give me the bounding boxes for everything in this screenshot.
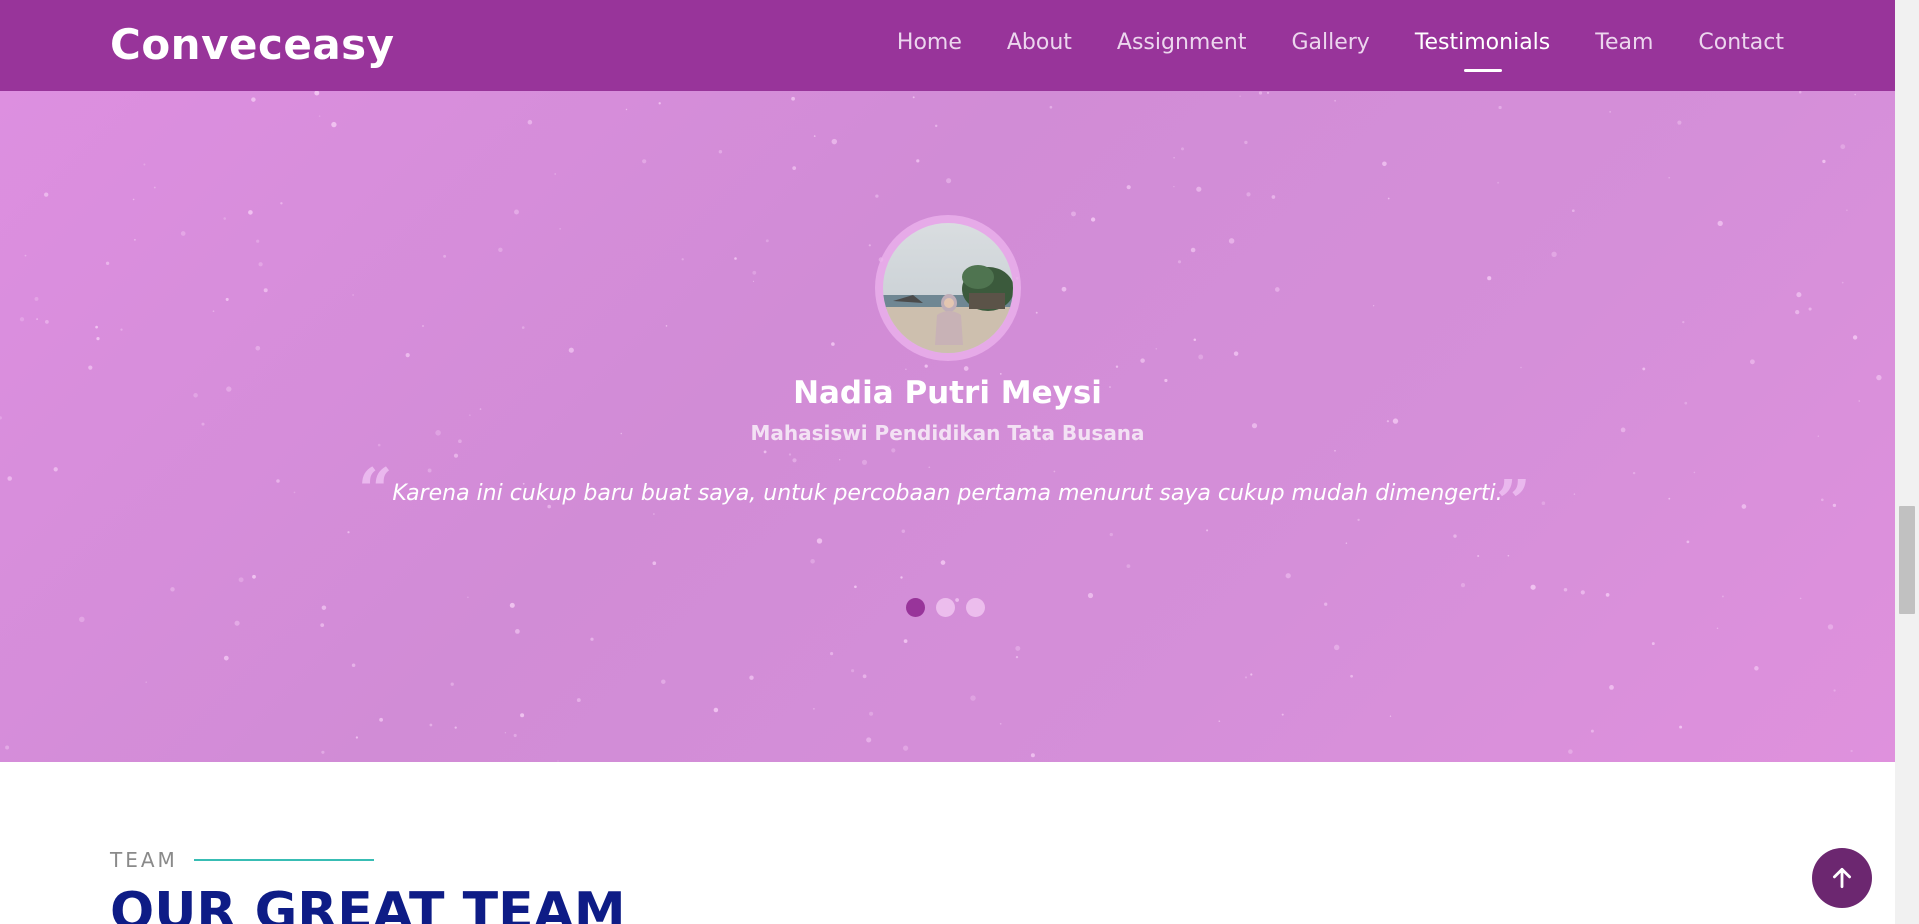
section-label-line [193, 859, 374, 861]
testimonials-section: Nadia Putri Meysi Mahasiswi Pendidikan T… [0, 91, 1895, 762]
carousel-dot-3[interactable] [966, 598, 985, 617]
site-header: Conveceasy Home About Assignment Gallery… [0, 0, 1895, 91]
carousel-pagination [906, 598, 985, 617]
nav-contact[interactable]: Contact [1698, 30, 1784, 55]
testimonial-avatar [883, 223, 1013, 353]
nav-assignment[interactable]: Assignment [1117, 30, 1247, 55]
quote-close-icon: ” [1496, 468, 1531, 538]
carousel-dot-2[interactable] [936, 598, 955, 617]
avatar-ring [875, 215, 1021, 361]
carousel-dot-1[interactable] [906, 598, 925, 617]
site-logo[interactable]: Conveceasy [110, 20, 395, 69]
team-section-label: TEAM [110, 848, 374, 872]
scrollbar-thumb[interactable] [1899, 506, 1915, 614]
nav-about[interactable]: About [1007, 30, 1072, 55]
back-to-top-button[interactable] [1812, 848, 1872, 908]
testimonial-name: Nadia Putri Meysi [793, 375, 1102, 411]
nav-team[interactable]: Team [1595, 30, 1653, 55]
page-scrollbar[interactable] [1895, 0, 1919, 924]
nav-home[interactable]: Home [897, 30, 962, 55]
testimonial-quote: Karena ini cukup baru buat saya, untuk p… [392, 481, 1503, 506]
nav-testimonials[interactable]: Testimonials [1415, 30, 1550, 72]
arrow-up-icon [1833, 867, 1851, 889]
team-section-title: OUR GREAT TEAM [110, 882, 626, 924]
main-nav: Home About Assignment Gallery Testimonia… [852, 30, 1784, 72]
section-label-text: TEAM [110, 848, 178, 872]
nav-gallery[interactable]: Gallery [1291, 30, 1369, 55]
testimonial-role: Mahasiswi Pendidikan Tata Busana [750, 421, 1145, 445]
